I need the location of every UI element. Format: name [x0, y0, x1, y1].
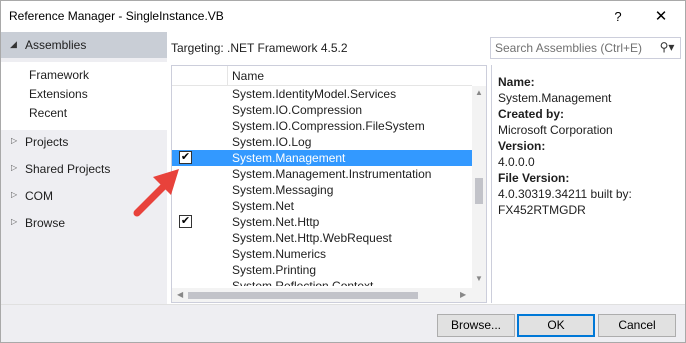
scroll-up-icon[interactable]: ▲: [475, 88, 483, 97]
search-icon[interactable]: ⚲▾: [654, 40, 680, 56]
ok-button[interactable]: OK: [517, 314, 595, 337]
help-button[interactable]: ?: [601, 6, 635, 28]
details-pane: Name: System.Management Created by: Micr…: [491, 65, 683, 303]
file-version-value: 4.0.30319.34211 built by:: [498, 187, 632, 201]
scroll-down-icon[interactable]: ▼: [475, 274, 483, 283]
created-by-value: Microsoft Corporation: [498, 123, 613, 137]
browse-button[interactable]: Browse...: [437, 314, 515, 337]
list-item[interactable]: System.IO.Compression: [172, 102, 472, 118]
assembly-name: System.Management: [232, 151, 346, 165]
list-item[interactable]: System.IO.Compression.FileSystem: [172, 118, 472, 134]
scroll-right-icon[interactable]: ▶: [460, 290, 466, 299]
assembly-name: System.Printing: [232, 263, 317, 277]
sidebar-item-projects[interactable]: ▷ Projects: [1, 132, 167, 154]
checkbox-column-header[interactable]: [172, 66, 228, 86]
collapsed-triangle-icon: ▷: [11, 136, 18, 145]
window-title: Reference Manager - SingleInstance.VB: [9, 9, 224, 23]
assembly-name: System.Net: [232, 199, 295, 213]
sidebar-item-label: Shared Projects: [25, 162, 111, 176]
expanded-triangle-icon: ◢: [10, 39, 17, 49]
assemblies-subitems: Framework Extensions Recent: [1, 62, 167, 130]
collapsed-triangle-icon: ▷: [11, 163, 18, 172]
sidebar-item-label: Browse: [25, 216, 66, 230]
sidebar-subitem-extensions[interactable]: Extensions: [29, 85, 88, 103]
scroll-left-icon[interactable]: ◀: [177, 290, 183, 299]
list-item[interactable]: System.Net.Http.WebRequest: [172, 230, 472, 246]
version-label: Version:: [498, 139, 546, 153]
vertical-scrollbar[interactable]: ▲ ▼: [472, 86, 486, 288]
list-header: Name: [172, 66, 472, 86]
list-rows: System.IdentityModel.Services System.IO.C…: [172, 86, 472, 286]
name-label: Name:: [498, 75, 535, 89]
assembly-name: System.Messaging: [232, 183, 334, 197]
targeting-label: Targeting: .NET Framework 4.5.2: [171, 41, 348, 55]
list-item[interactable]: System.Printing: [172, 262, 472, 278]
collapsed-triangle-icon: ▷: [11, 190, 18, 199]
assembly-name: System.IdentityModel.Services: [232, 87, 397, 101]
scrollbar-thumb[interactable]: [475, 178, 483, 204]
name-column-header[interactable]: Name: [232, 69, 264, 83]
sidebar-item-label: COM: [25, 189, 53, 203]
search-input[interactable]: [495, 41, 653, 55]
search-box[interactable]: ⚲▾: [490, 37, 681, 59]
collapsed-triangle-icon: ▷: [11, 217, 18, 226]
list-item[interactable]: System.Net: [172, 198, 472, 214]
close-button[interactable]: ✕: [644, 6, 678, 28]
assembly-name: System.Numerics: [232, 247, 327, 261]
file-version-build: FX452RTMGDR: [498, 203, 586, 217]
assembly-name: System.Management.Instrumentation: [232, 167, 432, 181]
annotation-arrow-icon: [133, 169, 179, 217]
sidebar-subitem-framework[interactable]: Framework: [29, 66, 89, 84]
reference-manager-window: Reference Manager - SingleInstance.VB ? …: [0, 0, 686, 343]
assembly-name: System.Net.Http.WebRequest: [232, 231, 392, 245]
assembly-name: System.Net.Http: [232, 215, 320, 229]
sidebar-item-assemblies[interactable]: ◢ Assemblies: [1, 32, 167, 58]
footer: Browse... OK Cancel: [1, 304, 685, 342]
title-bar: Reference Manager - SingleInstance.VB ? …: [1, 1, 685, 31]
horizontal-scrollbar[interactable]: ◀ ▶: [172, 288, 486, 302]
assembly-name: System.IO.Log: [232, 135, 312, 149]
sidebar-subitem-recent[interactable]: Recent: [29, 104, 67, 122]
version-value: 4.0.0.0: [498, 155, 535, 169]
sidebar-item-label: Projects: [25, 135, 69, 149]
sidebar-item-label: Assemblies: [25, 38, 87, 52]
assembly-list: Name System.IdentityModel.Services System…: [171, 65, 487, 303]
list-item[interactable]: System.IO.Log: [172, 134, 472, 150]
list-item[interactable]: ✔ System.Management: [172, 150, 472, 166]
list-item[interactable]: System.Reflection.Context: [172, 278, 472, 286]
list-item[interactable]: System.Management.Instrumentation: [172, 166, 472, 182]
list-item[interactable]: System.Messaging: [172, 182, 472, 198]
created-by-label: Created by:: [498, 107, 565, 121]
scrollbar-thumb[interactable]: [188, 292, 418, 299]
list-item[interactable]: System.IdentityModel.Services: [172, 86, 472, 102]
file-version-label: File Version:: [498, 171, 570, 185]
assembly-name: System.IO.Compression.FileSystem: [232, 119, 425, 133]
list-item[interactable]: ✔ System.Net.Http: [172, 214, 472, 230]
assembly-name: System.Reflection.Context: [232, 279, 374, 286]
list-item[interactable]: System.Numerics: [172, 246, 472, 262]
assembly-name: System.IO.Compression: [232, 103, 363, 117]
name-value: System.Management: [498, 91, 612, 105]
cancel-button[interactable]: Cancel: [598, 314, 676, 337]
